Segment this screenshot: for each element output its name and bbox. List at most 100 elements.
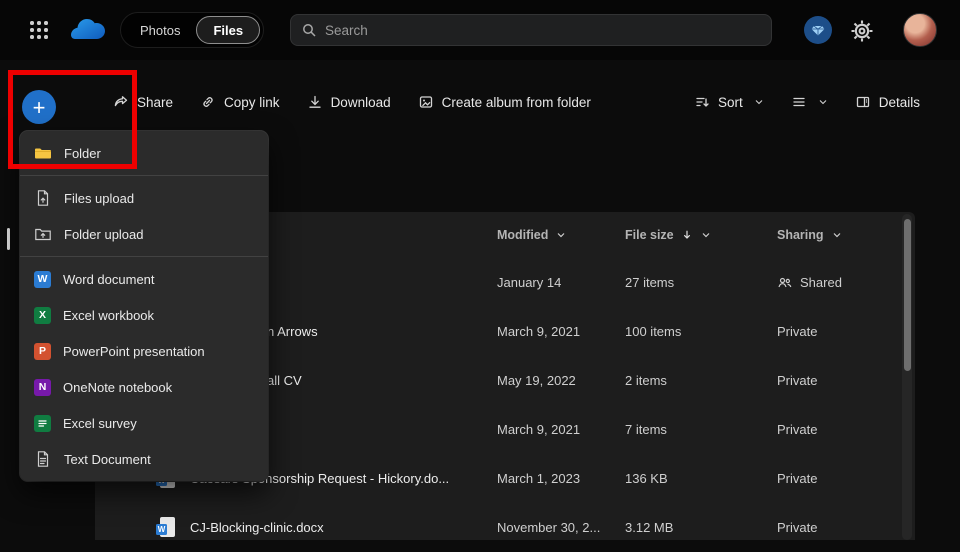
view-toggle: Photos Files <box>120 12 264 48</box>
powerpoint-icon: P <box>34 343 51 360</box>
sharing-status: Shared <box>800 275 842 290</box>
column-header-file-size[interactable]: File size <box>625 212 712 258</box>
file-size: 7 items <box>625 405 667 454</box>
details-pane-icon <box>855 94 871 110</box>
download-button[interactable]: Download <box>307 94 391 110</box>
sharing-status: Private <box>777 471 817 486</box>
file-sharing: Private <box>777 307 817 356</box>
file-row[interactable]: W CJ-Blocking-clinic.docx November 30, 2… <box>95 503 915 552</box>
new-button[interactable]: + <box>22 90 56 124</box>
onedrive-logo-icon[interactable] <box>68 17 108 43</box>
tab-files[interactable]: Files <box>196 16 260 44</box>
new-menu: Folder Files upload Folder upload W Word… <box>20 131 268 481</box>
file-upload-icon <box>34 189 52 207</box>
file-size: 100 items <box>625 307 681 356</box>
modified-header-label: Modified <box>497 228 548 242</box>
file-sharing: Private <box>777 503 817 552</box>
user-avatar[interactable] <box>903 13 937 47</box>
sharing-status: Private <box>777 373 817 388</box>
menu-item-label: PowerPoint presentation <box>63 344 205 359</box>
word-icon: W <box>34 271 51 288</box>
menu-item-text-document[interactable]: Text Document <box>20 441 268 477</box>
file-size-header-label: File size <box>625 228 674 242</box>
create-album-button[interactable]: Create album from folder <box>418 94 591 110</box>
link-icon <box>200 94 216 110</box>
file-name: all CV <box>267 356 302 405</box>
share-label: Share <box>137 95 173 110</box>
menu-item-label: Folder <box>64 146 101 161</box>
toolbar-actions: Share Copy link Download Create album fr… <box>113 94 591 110</box>
copy-link-button[interactable]: Copy link <box>200 94 280 110</box>
toolbar-right-actions: Sort Details <box>694 94 920 110</box>
file-sharing: Private <box>777 405 817 454</box>
sharing-header-label: Sharing <box>777 228 824 242</box>
scrollbar-track[interactable] <box>902 214 912 540</box>
onenote-icon: N <box>34 379 51 396</box>
menu-item-word-document[interactable]: W Word document <box>20 261 268 297</box>
sharing-status: Private <box>777 422 817 437</box>
menu-item-powerpoint-presentation[interactable]: P PowerPoint presentation <box>20 333 268 369</box>
chevron-down-icon <box>817 96 829 108</box>
file-sharing: Shared <box>777 258 842 307</box>
sharing-status: Private <box>777 520 817 535</box>
copy-link-label: Copy link <box>224 95 280 110</box>
list-view-icon <box>791 94 807 110</box>
chevron-down-icon <box>831 229 843 241</box>
menu-item-label: Excel survey <box>63 416 137 431</box>
file-size: 136 KB <box>625 454 668 503</box>
premium-badge[interactable] <box>804 16 832 44</box>
folder-upload-icon <box>34 225 52 243</box>
menu-item-excel-survey[interactable]: Excel survey <box>20 405 268 441</box>
menu-item-label: Text Document <box>64 452 151 467</box>
menu-item-folder-upload[interactable]: Folder upload <box>20 216 268 252</box>
menu-item-folder[interactable]: Folder <box>20 135 268 171</box>
file-name: CJ-Blocking-clinic.docx <box>190 503 324 552</box>
gear-icon <box>850 19 874 43</box>
sort-icon <box>694 94 710 110</box>
create-album-label: Create album from folder <box>442 95 591 110</box>
chevron-down-icon <box>753 96 765 108</box>
word-file-icon: W <box>160 517 175 537</box>
view-options-button[interactable] <box>791 94 829 110</box>
file-modified: November 30, 2... <box>497 503 600 552</box>
share-button[interactable]: Share <box>113 94 173 110</box>
menu-item-label: OneNote notebook <box>63 380 172 395</box>
download-icon <box>307 94 323 110</box>
column-header-modified[interactable]: Modified <box>497 212 567 258</box>
file-size: 2 items <box>625 356 667 405</box>
excel-icon: X <box>34 307 51 324</box>
text-document-icon <box>34 450 52 468</box>
menu-item-label: Word document <box>63 272 155 287</box>
top-bar: Photos Files <box>0 0 960 60</box>
menu-item-files-upload[interactable]: Files upload <box>20 180 268 216</box>
details-button[interactable]: Details <box>855 94 920 110</box>
menu-item-label: Files upload <box>64 191 134 206</box>
sort-label: Sort <box>718 95 743 110</box>
tab-photos[interactable]: Photos <box>124 16 196 44</box>
menu-item-excel-workbook[interactable]: X Excel workbook <box>20 297 268 333</box>
app-launcher-icon[interactable] <box>30 21 48 39</box>
details-label: Details <box>879 95 920 110</box>
file-modified: March 1, 2023 <box>497 454 580 503</box>
people-icon <box>777 275 793 291</box>
file-size: 27 items <box>625 258 674 307</box>
menu-divider <box>20 175 268 176</box>
diamond-icon <box>810 22 826 38</box>
share-icon <box>113 94 129 110</box>
sort-button[interactable]: Sort <box>694 94 765 110</box>
command-toolbar: + Share Copy link Download <box>0 60 960 130</box>
search-bar[interactable] <box>290 14 772 46</box>
search-input[interactable] <box>325 23 761 38</box>
column-header-sharing[interactable]: Sharing <box>777 212 843 258</box>
scrollbar-thumb[interactable] <box>904 219 911 371</box>
menu-item-onenote-notebook[interactable]: N OneNote notebook <box>20 369 268 405</box>
excel-survey-icon <box>34 415 51 432</box>
file-name: n Arrows <box>267 307 318 356</box>
left-edge-marker <box>7 228 10 250</box>
file-modified: May 19, 2022 <box>497 356 576 405</box>
file-modified: March 9, 2021 <box>497 405 580 454</box>
file-sharing: Private <box>777 454 817 503</box>
settings-button[interactable] <box>850 19 874 43</box>
file-modified: March 9, 2021 <box>497 307 580 356</box>
folder-icon <box>34 144 52 162</box>
